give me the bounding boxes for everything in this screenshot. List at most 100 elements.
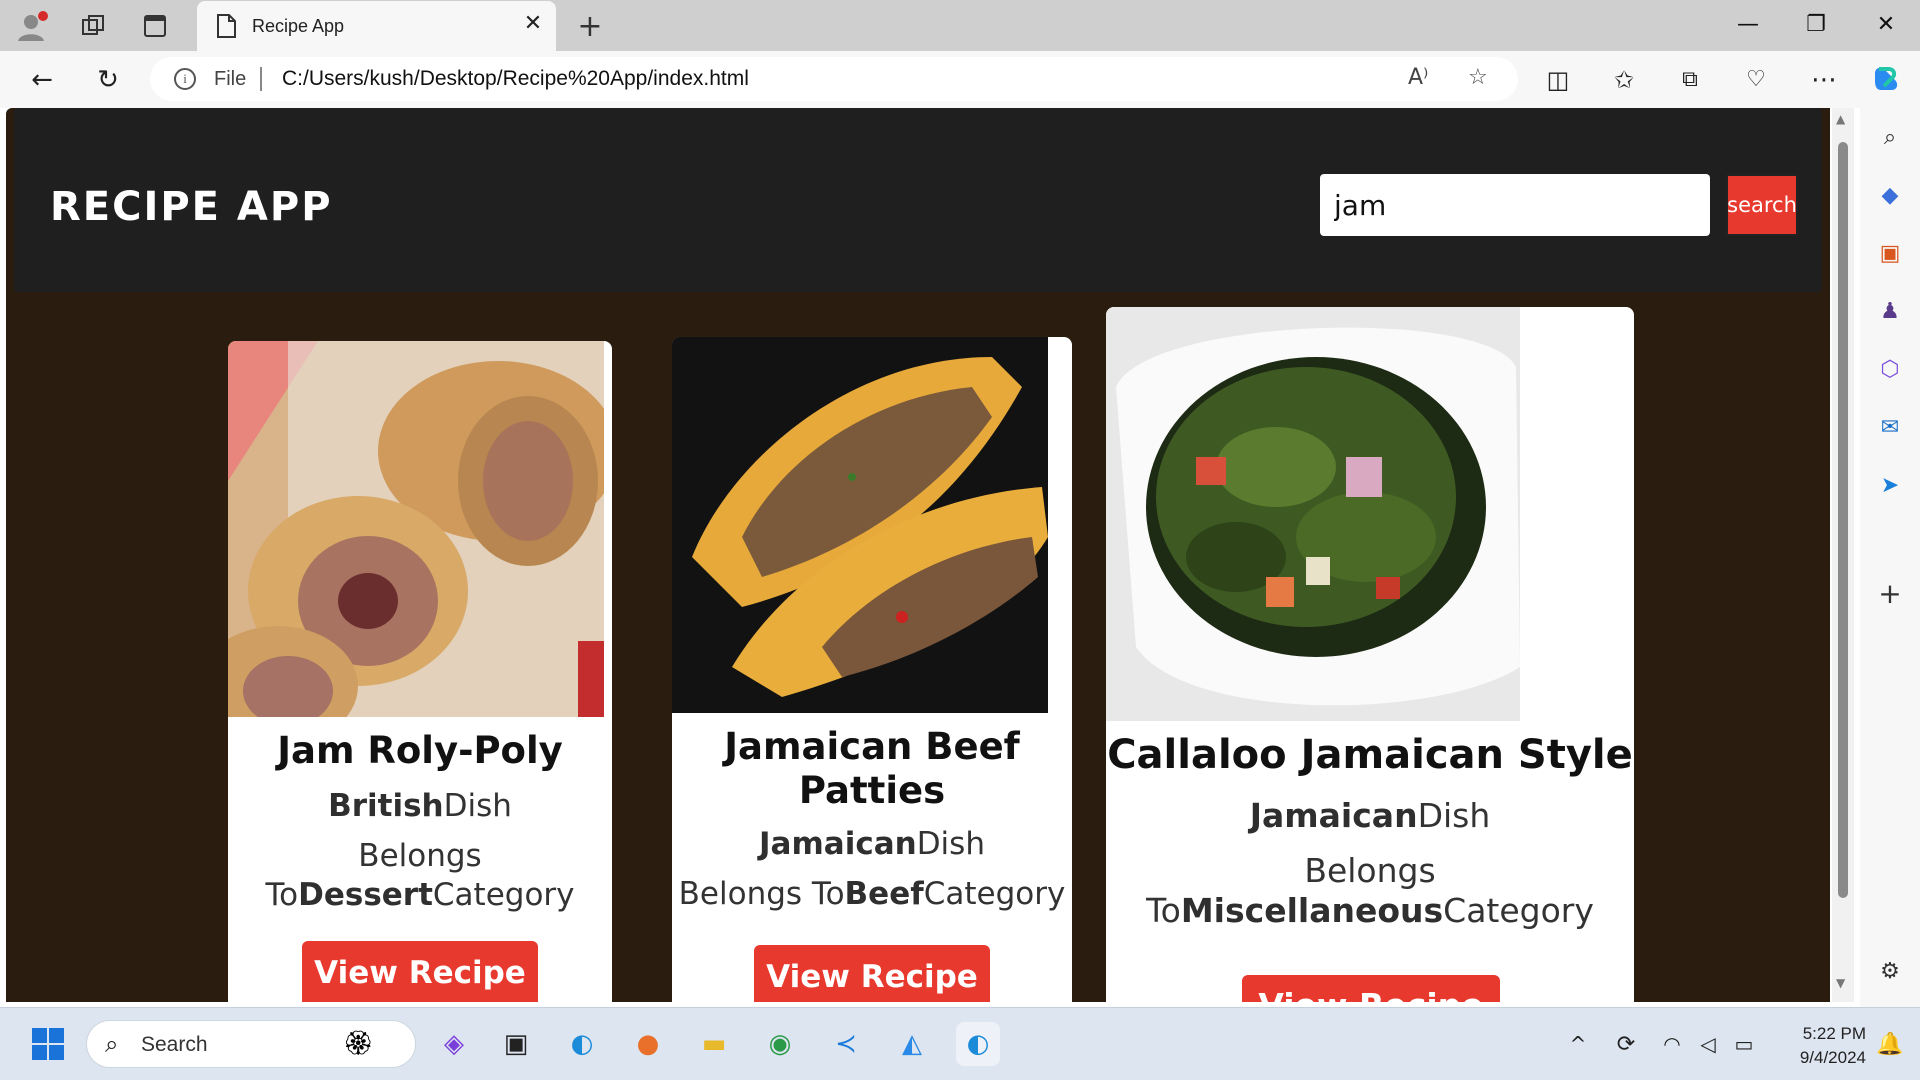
back-icon[interactable]: ←	[24, 63, 60, 97]
clock-date: 9/4/2024	[1799, 1048, 1866, 1067]
recipe-image-jamaican-beef-patties	[672, 337, 1048, 713]
browser-essentials-icon[interactable]: ♡	[1738, 63, 1774, 97]
battery-icon[interactable]: ▭	[1722, 1022, 1766, 1066]
site-info-icon[interactable]: i	[174, 68, 196, 90]
url-text[interactable]: C:/Users/kush/Desktop/Recipe%20App/index…	[282, 67, 749, 91]
tab-recipe-app[interactable]: Recipe App ✕	[197, 1, 556, 51]
sync-icon[interactable]: ⟳	[1604, 1022, 1648, 1066]
sidebar-office-icon[interactable]: ⬡	[1874, 354, 1906, 386]
area-suffix: Dish	[443, 788, 512, 824]
workspaces-icon[interactable]	[78, 11, 108, 41]
category-name: Beef	[844, 876, 924, 912]
minimize-icon[interactable]: —	[1728, 8, 1768, 42]
firefox-icon[interactable]: ●	[626, 1022, 670, 1066]
scroll-up-icon[interactable]: ▲	[1836, 112, 1845, 126]
taskbar-search-box[interactable]: ⌕ Search 🏵	[86, 1020, 416, 1068]
taskbar-search-label: Search	[141, 1033, 208, 1056]
sidebar-settings-icon[interactable]: ⚙	[1874, 956, 1906, 988]
address-separator	[260, 67, 262, 91]
chrome-icon[interactable]: ◉	[758, 1022, 802, 1066]
profile-avatar-icon[interactable]	[14, 8, 50, 44]
view-recipe-button[interactable]: View Recipe	[754, 945, 990, 1002]
clock-time: 5:22 PM	[1802, 1024, 1866, 1043]
category-prefix: Belongs To	[678, 876, 845, 912]
edge-active-icon[interactable]: ◐	[956, 1022, 1000, 1066]
sidebar-outlook-icon[interactable]: ✉	[1874, 412, 1906, 444]
scrollbar-thumb[interactable]	[1838, 142, 1848, 898]
recipe-card: Callaloo Jamaican Style JamaicanDish Bel…	[1106, 307, 1634, 1002]
show-hidden-icons[interactable]: ^	[1556, 1022, 1600, 1066]
photos-icon[interactable]: ◭	[890, 1022, 934, 1066]
recipe-name: Jamaican Beef Patties	[724, 725, 1020, 813]
category-suffix: Category	[432, 876, 575, 913]
window-close-icon[interactable]: ✕	[1866, 8, 1906, 42]
taskbar-search-icon: ⌕	[105, 1030, 119, 1058]
browser-tab-strip: Recipe App ✕ + — ❐ ✕	[0, 0, 1920, 51]
recipe-area: JamaicanDish	[1106, 795, 1634, 836]
sidebar-games-icon[interactable]: ♟	[1874, 296, 1906, 328]
edge-sidebar: ⌕ ◆ ▣ ♟ ⬡ ✉ ➤ + ⚙	[1860, 108, 1920, 1007]
recipe-area: JamaicanDish	[672, 825, 1072, 864]
scroll-down-icon[interactable]: ▼	[1836, 976, 1845, 990]
favorite-star-icon[interactable]: ☆	[1468, 65, 1488, 90]
area-name: British	[328, 788, 444, 824]
area-name: Jamaican	[1249, 796, 1418, 835]
read-aloud-icon[interactable]: A⁾	[1408, 65, 1428, 90]
recipe-image-callaloo	[1106, 307, 1520, 721]
app-header: RECIPE APP search	[14, 108, 1822, 292]
address-bar-row: ← ↻ i File C:/Users/kush/Desktop/Recipe%…	[0, 51, 1920, 108]
tab-close-icon[interactable]: ✕	[520, 11, 546, 37]
recipe-card: Jamaican Beef Patties JamaicanDish Belon…	[672, 337, 1072, 1002]
edge-taskbar-icon[interactable]: ◐	[560, 1022, 604, 1066]
copilot-icon[interactable]	[1868, 63, 1904, 97]
recipe-search-input[interactable]	[1320, 174, 1710, 236]
area-name: Jamaican	[759, 826, 917, 862]
notification-bell-icon[interactable]: 🔔	[1868, 1022, 1912, 1066]
search-highlight-icon: 🏵	[343, 1029, 374, 1057]
sidebar-search-icon[interactable]: ⌕	[1874, 122, 1906, 154]
search-button[interactable]: search	[1726, 174, 1798, 236]
new-tab-icon[interactable]: +	[574, 9, 606, 44]
area-suffix: Dish	[1417, 796, 1491, 835]
recipe-name: Callaloo Jamaican Style	[1107, 732, 1633, 778]
more-menu-icon[interactable]: ⋯	[1806, 63, 1842, 97]
page-scrollbar[interactable]: ▲ ▼	[1832, 108, 1854, 1002]
sidebar-send-icon[interactable]: ➤	[1874, 470, 1906, 502]
recipe-card: Jam Roly-Poly BritishDish Belongs ToDess…	[228, 341, 612, 1002]
start-icon[interactable]	[26, 1022, 70, 1066]
recipe-category: Belongs ToMiscellaneousCategory	[1106, 851, 1634, 930]
split-screen-icon[interactable]: ◫	[1540, 63, 1576, 97]
collections-icon[interactable]: ⧉	[1672, 63, 1708, 97]
refresh-icon[interactable]: ↻	[90, 63, 126, 97]
recipe-image-jam-roly-poly	[228, 341, 604, 717]
file-label: File	[214, 68, 247, 90]
restore-icon[interactable]: ❐	[1796, 8, 1836, 42]
vscode-icon[interactable]: ≺	[824, 1022, 868, 1066]
copilot-taskbar-icon[interactable]: ◈	[432, 1022, 476, 1066]
category-suffix: Category	[923, 876, 1066, 912]
file-explorer-icon[interactable]: ▬	[692, 1022, 736, 1066]
app-title: RECIPE APP	[50, 184, 333, 230]
category-suffix: Category	[1443, 890, 1594, 930]
area-suffix: Dish	[916, 826, 985, 862]
view-recipe-button[interactable]: View Recipe	[1242, 975, 1500, 1002]
recipe-category: Belongs ToBeefCategory	[672, 875, 1072, 914]
sidebar-add-icon[interactable]: +	[1874, 578, 1906, 610]
recipe-area: BritishDish	[228, 787, 612, 826]
sidebar-shopping-icon[interactable]: ◆	[1874, 180, 1906, 212]
page-file-icon	[215, 14, 237, 42]
recipe-name: Jam Roly-Poly	[277, 729, 563, 772]
windows-taskbar: ⌕ Search 🏵 ◈ ▣ ◐ ● ▬ ◉ ≺ ◭ ◐ ^ ⟳ ◠ ◁ ▭ 5…	[0, 1007, 1920, 1080]
sidebar-tools-icon[interactable]: ▣	[1874, 238, 1906, 270]
address-bar[interactable]: i File C:/Users/kush/Desktop/Recipe%20Ap…	[150, 57, 1518, 101]
tab-actions-icon[interactable]	[140, 11, 170, 41]
tab-title: Recipe App	[252, 16, 345, 36]
taskbar-clock[interactable]: 5:22 PM 9/4/2024	[1766, 1022, 1866, 1070]
category-name: Dessert	[298, 876, 433, 913]
view-recipe-button[interactable]: View Recipe	[302, 941, 538, 1002]
task-view-icon[interactable]: ▣	[494, 1022, 538, 1066]
category-name: Miscellaneous	[1180, 890, 1444, 930]
page-viewport: RECIPE APP search	[6, 108, 1830, 1002]
favorites-icon[interactable]: ✩	[1606, 63, 1642, 97]
recipe-category: Belongs ToDessertCategory	[228, 837, 612, 915]
